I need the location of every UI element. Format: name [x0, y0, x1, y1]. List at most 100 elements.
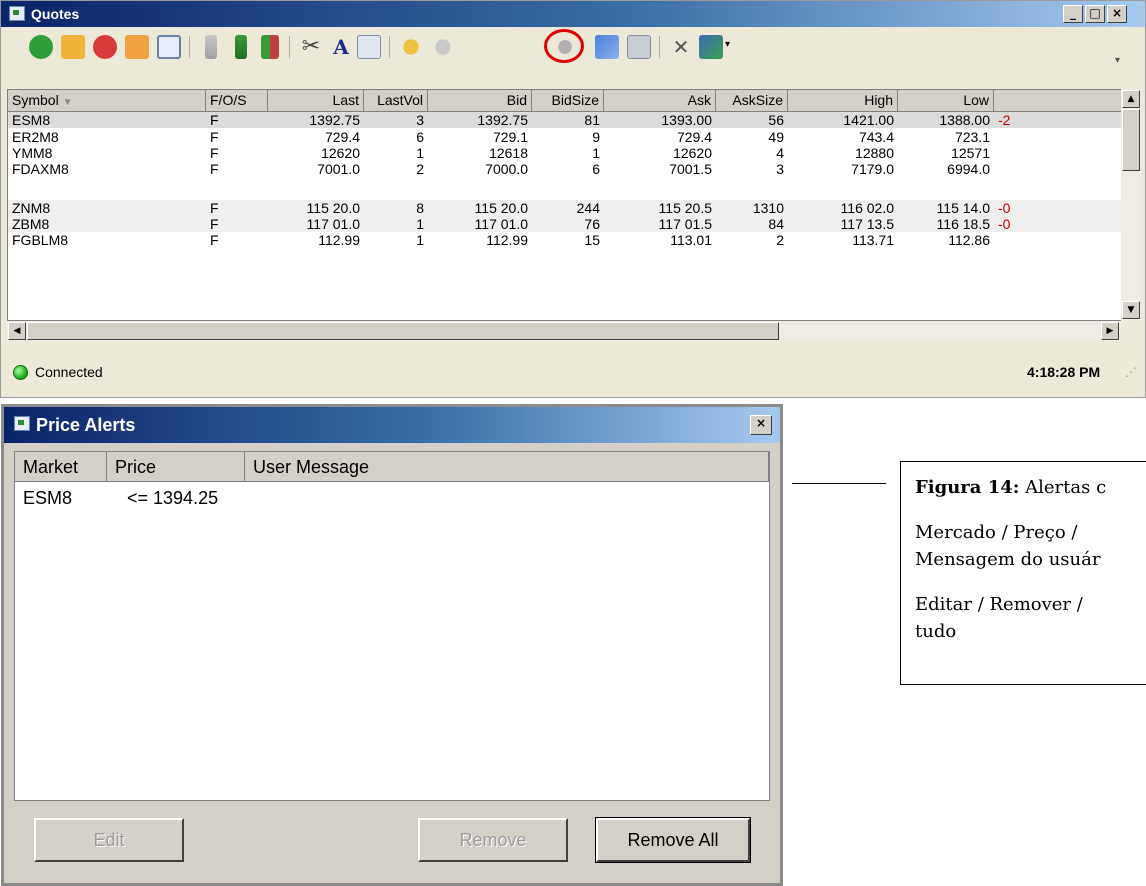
table-cell: 8: [416, 200, 424, 216]
quotes-grid: Symbol ▼ F/O/S Last LastVol Bid BidSize …: [7, 89, 1123, 321]
window-icon[interactable]: [157, 35, 181, 59]
table-cell: 113.01: [670, 232, 712, 248]
tools-icon[interactable]: ✕: [669, 35, 693, 59]
grid-header: Symbol ▼ F/O/S Last LastVol Bid BidSize …: [8, 90, 1122, 112]
table-row[interactable]: ZBM8 F 117 01.0 1 117 01.0 76 117 01.5 84 117 13…: [8, 216, 1122, 232]
column-header[interactable]: Market: [15, 452, 107, 482]
column-header[interactable]: Bid: [428, 90, 532, 112]
open-folder-icon[interactable]: [61, 35, 85, 59]
font-icon[interactable]: A: [329, 35, 353, 59]
table-cell: [268, 177, 364, 193]
highlight-circle: [544, 29, 584, 63]
chevron-down-icon[interactable]: ▾: [725, 39, 730, 50]
column-header[interactable]: F/O/S: [206, 90, 268, 112]
close-button[interactable]: ×: [750, 415, 772, 435]
table-cell: [788, 177, 898, 193]
sort-icon[interactable]: [261, 35, 279, 59]
remove-button[interactable]: Remove: [418, 818, 568, 862]
column-header[interactable]: User Message: [245, 452, 769, 482]
table-cell: 1393.00: [661, 112, 712, 128]
table-row[interactable]: YMM8 F 12620 1 12618 1 12620 4 12880 12571: [8, 145, 1122, 161]
toolbar-overflow-icon[interactable]: ▾: [1115, 55, 1120, 66]
caption-title: Figura 14:: [915, 477, 1020, 498]
toolbar: ✂ A ✕ ▾ ▾: [7, 29, 1137, 66]
scroll-down-icon[interactable]: ▼: [1122, 301, 1140, 319]
table-cell: 6994.0: [947, 161, 990, 177]
table-row[interactable]: ER2M8 F 729.4 6 729.1 9 729.4 49 743.4 723.1: [8, 129, 1122, 145]
alert-icon[interactable]: [399, 35, 423, 59]
column-header[interactable]: AskSize: [716, 90, 788, 112]
table-cell: 15: [584, 232, 600, 248]
minimize-button[interactable]: _: [1063, 5, 1083, 23]
table-cell: 12880: [855, 145, 894, 161]
table-row[interactable]: ZNM8 F 115 20.0 8 115 20.0 244 115 20.5 1310 116…: [8, 200, 1122, 216]
table-row[interactable]: ESM8 F 1392.75 3 1392.75 81 1393.00 56 1421.00 13…: [8, 112, 1122, 128]
scissors-icon[interactable]: ✂: [299, 35, 323, 59]
caption-line-5: tudo: [915, 621, 957, 642]
scroll-up-icon[interactable]: ▲: [1122, 90, 1140, 108]
quotes-title-bar[interactable]: Quotes _ □ ×: [1, 1, 1145, 27]
delete-icon[interactable]: [93, 35, 117, 59]
vertical-scrollbar[interactable]: ▲ ▼: [1121, 89, 1141, 321]
column-header[interactable]: Price: [107, 452, 245, 482]
column-header[interactable]: LastVol: [364, 90, 428, 112]
column-header[interactable]: High: [788, 90, 898, 112]
column-header[interactable]: BidSize: [532, 90, 604, 112]
table-cell: -0: [998, 200, 1011, 216]
table-row[interactable]: FGBLM8 F 112.99 1 112.99 15 113.01 2 113.71 112.8…: [8, 232, 1122, 248]
table-cell: 1421.00: [843, 112, 894, 128]
column-header[interactable]: Symbol ▼: [8, 90, 206, 112]
folder-icon[interactable]: [125, 35, 149, 59]
edit-button[interactable]: Edit: [34, 818, 184, 862]
table-cell: 743.4: [858, 129, 894, 145]
table-cell: 117 13.5: [840, 216, 894, 232]
column-header[interactable]: Low: [898, 90, 994, 112]
scroll-thumb-horizontal[interactable]: [27, 322, 779, 340]
table-cell: 7001.5: [669, 161, 712, 177]
scroll-right-icon[interactable]: ▶: [1101, 322, 1119, 340]
table-cell: YMM8: [12, 145, 53, 161]
table-cell: 117 01.0: [474, 216, 528, 232]
horizontal-scrollbar[interactable]: ◀ ▶: [7, 321, 1121, 341]
close-button[interactable]: ×: [1107, 5, 1127, 23]
arrow-down-icon[interactable]: [235, 35, 247, 59]
table-cell: -0: [998, 216, 1011, 232]
table-cell: 723.1: [954, 129, 990, 145]
remove-all-button[interactable]: Remove All: [595, 817, 751, 863]
table-cell: 115 20.5: [658, 200, 712, 216]
chart-icon[interactable]: [595, 35, 619, 59]
scroll-thumb[interactable]: [1122, 109, 1140, 171]
column-header[interactable]: Ask: [604, 90, 716, 112]
table-row[interactable]: [8, 177, 1122, 193]
scroll-left-icon[interactable]: ◀: [8, 322, 26, 340]
table-cell: 1: [592, 145, 600, 161]
table-cell: F: [210, 216, 219, 232]
price-alerts-title-bar[interactable]: Price Alerts ×: [4, 407, 780, 443]
table-cell: [994, 161, 1122, 177]
table-cell: 3: [776, 161, 784, 177]
connector-line: [792, 483, 886, 484]
alert-gray-icon[interactable]: [431, 35, 455, 59]
table-cell: 3: [416, 112, 424, 128]
maximize-button[interactable]: □: [1085, 5, 1105, 23]
export-icon[interactable]: [699, 35, 723, 59]
table-cell: ESM8: [12, 112, 51, 128]
column-header-extra[interactable]: [994, 90, 1122, 112]
table-cell: 112.99: [486, 232, 528, 248]
table-cell: 1392.75: [477, 112, 528, 128]
table-cell: ER2M8: [12, 129, 59, 145]
picture-icon[interactable]: [627, 35, 651, 59]
table-cell: 49: [768, 129, 784, 145]
table-cell: 6: [416, 129, 424, 145]
status-bar: Connected 4:18:28 PM ⋰: [1, 357, 1145, 397]
alert-price[interactable]: <= 1394.25: [119, 486, 218, 510]
add-icon[interactable]: [29, 35, 53, 59]
column-header[interactable]: Last: [268, 90, 364, 112]
table-cell: 1: [416, 145, 424, 161]
arrow-up-icon[interactable]: [205, 35, 217, 59]
sort-down-icon: ▼: [62, 97, 73, 108]
table-row[interactable]: FDAXM8 F 7001.0 2 7000.0 6 7001.5 3 7179.0 6994.0: [8, 161, 1122, 177]
alert-market[interactable]: ESM8: [15, 486, 72, 510]
resize-grip-icon[interactable]: ⋰: [1125, 365, 1137, 379]
copy-icon[interactable]: [357, 35, 381, 59]
